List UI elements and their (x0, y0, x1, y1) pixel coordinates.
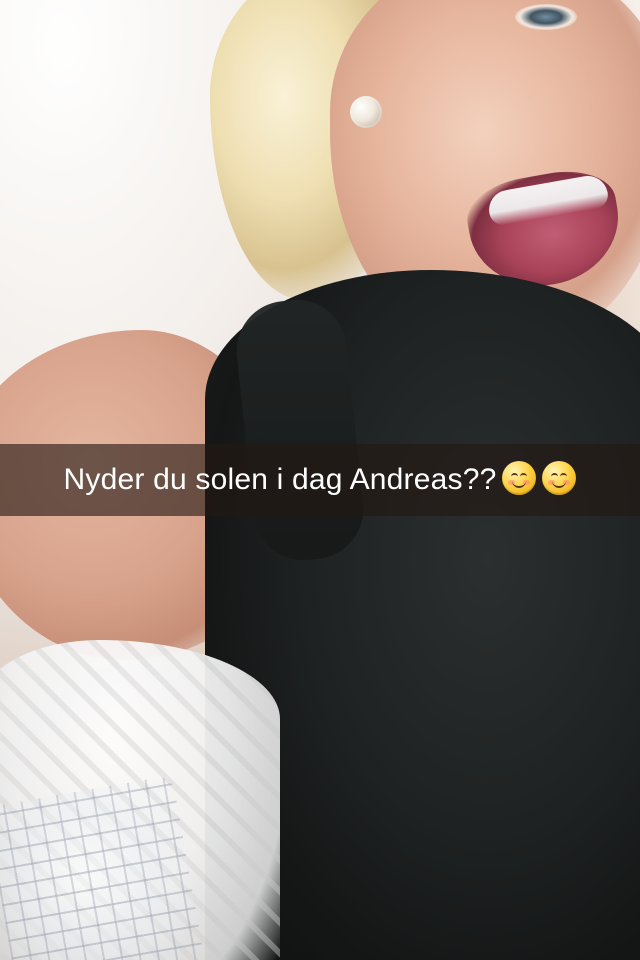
pillow-pattern (0, 774, 206, 960)
caption-bar: Nyder du solen i dag Andreas?? (0, 444, 640, 516)
eye (515, 4, 577, 30)
smiling-face-icon (542, 461, 577, 495)
snap-viewer[interactable]: Nyder du solen i dag Andreas?? (0, 0, 640, 960)
smile (552, 477, 567, 488)
smile (512, 477, 527, 488)
earring (350, 96, 382, 128)
smiling-face-icon (502, 461, 537, 495)
caption-text: Nyder du solen i dag Andreas?? (63, 463, 497, 496)
